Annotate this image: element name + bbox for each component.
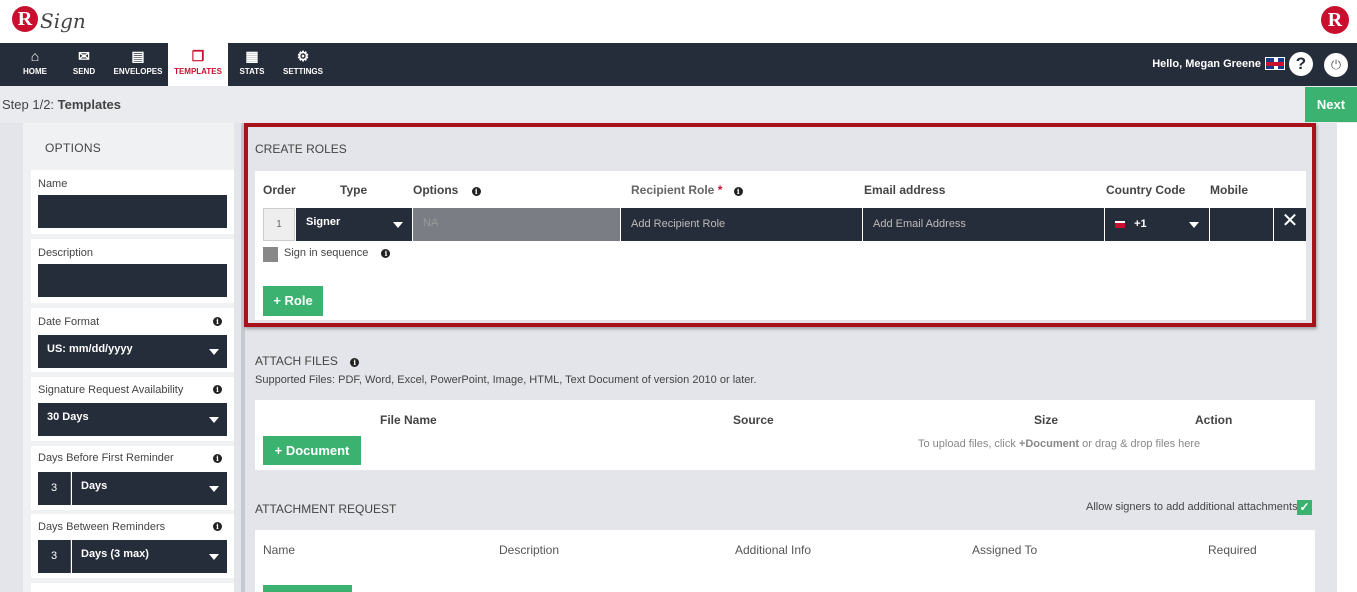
action-header: Action <box>1195 413 1233 427</box>
name-group: Name <box>31 170 234 234</box>
allow-attachments-label: Allow signers to add additional attachme… <box>1086 501 1298 513</box>
nav-home[interactable]: ⌂ HOME <box>13 43 57 86</box>
att-assigned-to-header: Assigned To <box>972 543 1038 557</box>
nav-templates[interactable]: ❐ TEMPLATES <box>168 43 228 86</box>
nav-send-label: SEND <box>72 67 96 76</box>
attach-files-title-label: ATTACH FILES <box>255 354 338 368</box>
next-button[interactable]: Next <box>1305 87 1357 122</box>
nav-stats[interactable]: ▦ STATS <box>234 43 270 86</box>
availability-value: 30 Days <box>47 411 89 423</box>
info-icon[interactable]: i <box>350 358 360 367</box>
attachment-request-card <box>255 530 1315 592</box>
date-format-label: Date Format <box>38 316 100 328</box>
envelope-icon: ✉ <box>78 48 90 64</box>
availability-label: Signature Request Availability <box>38 384 184 396</box>
name-field[interactable] <box>38 195 227 228</box>
info-icon[interactable]: i <box>213 317 222 326</box>
size-header: Size <box>1034 413 1059 427</box>
scrollbar[interactable] <box>1337 123 1357 592</box>
options-title: OPTIONS <box>45 141 102 155</box>
rsign-logo-icon[interactable]: R <box>12 6 38 32</box>
nav-settings[interactable]: ⚙ SETTINGS <box>280 43 326 86</box>
home-icon: ⌂ <box>30 48 40 64</box>
description-label: Description <box>38 247 94 259</box>
between-reminders-days-input[interactable]: 3 <box>38 540 71 573</box>
nav-send[interactable]: ✉ SEND <box>62 43 106 86</box>
att-additional-info-header: Additional Info <box>735 543 812 557</box>
step-prefix: Step 1/2: <box>2 97 55 112</box>
description-field[interactable] <box>38 264 227 297</box>
info-icon[interactable]: i <box>213 454 222 463</box>
info-icon[interactable]: i <box>213 522 222 531</box>
first-reminder-unit-select[interactable]: Days <box>72 472 227 505</box>
allow-attachments-checkbox[interactable]: ✓ <box>1297 500 1312 515</box>
rsign-logo-text: Sign <box>40 9 86 33</box>
templates-icon: ❐ <box>191 48 205 64</box>
att-name-header: Name <box>263 543 296 557</box>
between-reminders-group: Days Between Reminders i 3 Days (3 max) <box>31 514 234 578</box>
source-header: Source <box>733 413 774 427</box>
highlight-box <box>244 123 1316 327</box>
date-format-group: Date Format i US: mm/dd/yyyy <box>31 308 234 372</box>
inbox-icon: ▤ <box>131 48 145 64</box>
att-description-header: Description <box>499 543 560 557</box>
nav-stats-label: STATS <box>239 67 265 76</box>
nav-settings-label: SETTINGS <box>282 67 323 76</box>
upload-hint-bold: +Document <box>1018 438 1080 450</box>
user-greeting[interactable]: Hello, Megan Greene <box>1152 58 1261 70</box>
step-title: Templates <box>57 97 122 112</box>
upload-hint-suffix: or drag & drop files here <box>1079 438 1201 450</box>
step-bar <box>0 86 1357 123</box>
next-option-group <box>31 583 234 592</box>
first-reminder-label: Days Before First Reminder <box>38 452 174 464</box>
first-reminder-days-input[interactable]: 3 <box>38 472 71 505</box>
between-reminders-unit: Days (3 max) <box>81 548 149 560</box>
files-card <box>255 400 1315 470</box>
between-reminders-unit-select[interactable]: Days (3 max) <box>72 540 227 573</box>
step-indicator: Step 1/2: Templates <box>2 97 121 112</box>
first-reminder-unit: Days <box>81 480 108 492</box>
add-attachment-request-button[interactable] <box>263 585 352 592</box>
date-format-value: US: mm/dd/yyyy <box>47 343 133 355</box>
gear-icon: ⚙ <box>296 48 310 64</box>
chevron-down-icon <box>209 554 219 560</box>
nav-home-label: HOME <box>23 67 47 76</box>
supported-files-text: Supported Files: PDF, Word, Excel, Power… <box>255 374 757 386</box>
attach-files-title: ATTACH FILES i <box>255 354 360 368</box>
between-reminders-label: Days Between Reminders <box>38 521 166 533</box>
nav-envelopes-label: ENVELOPES <box>113 67 163 76</box>
name-label: Name <box>38 178 68 190</box>
uk-flag-icon[interactable] <box>1265 57 1285 70</box>
description-group: Description <box>31 239 234 303</box>
power-icon[interactable]: ⏻ <box>1324 53 1348 77</box>
chevron-down-icon <box>209 486 219 492</box>
help-icon[interactable]: ? <box>1289 52 1313 76</box>
att-required-header: Required <box>1208 543 1257 557</box>
nav-templates-label: TEMPLATES <box>174 67 222 76</box>
nav-envelopes[interactable]: ▤ ENVELOPES <box>110 43 166 86</box>
chevron-down-icon <box>209 417 219 423</box>
chevron-down-icon <box>209 349 219 355</box>
file-name-header: File Name <box>380 413 437 427</box>
briefcase-icon: ▦ <box>245 48 259 64</box>
attachment-request-title: ATTACHMENT REQUEST <box>255 502 397 516</box>
availability-select[interactable]: 30 Days <box>38 403 227 436</box>
first-reminder-group: Days Before First Reminder i 3 Days <box>31 446 234 510</box>
availability-group: Signature Request Availability i 30 Days <box>31 377 234 441</box>
upload-hint: To upload files, click +Document or drag… <box>918 438 1200 450</box>
date-format-select[interactable]: US: mm/dd/yyyy <box>38 335 227 368</box>
add-document-button[interactable]: + Document <box>263 436 361 465</box>
upload-hint-prefix: To upload files, click <box>918 438 1019 450</box>
corner-logo-icon: R <box>1321 6 1349 34</box>
top-header <box>0 0 1357 43</box>
info-icon[interactable]: i <box>213 385 222 394</box>
